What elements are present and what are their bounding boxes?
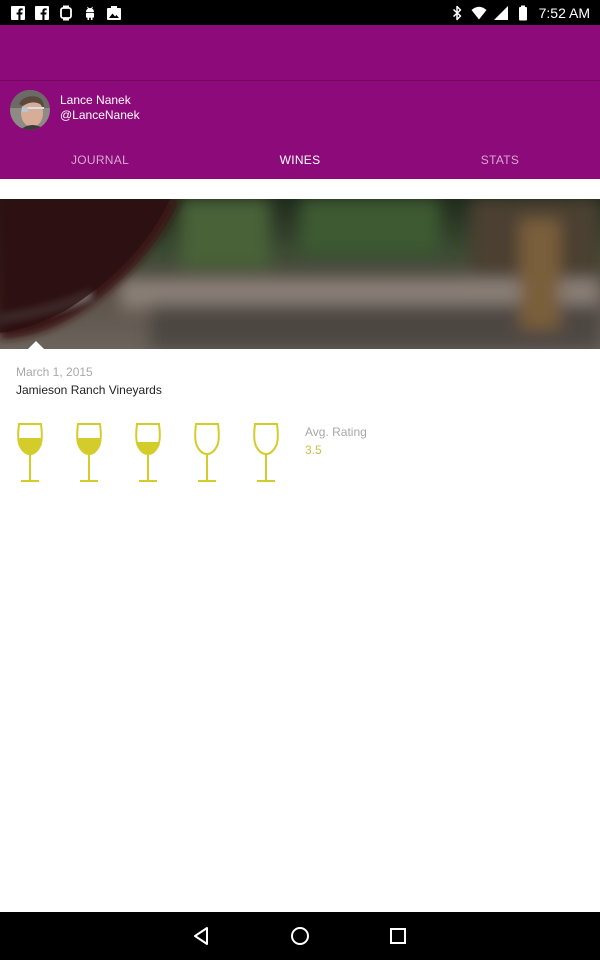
entry-date: March 1, 2015 [16,365,93,379]
wine-glass-icon [17,423,43,482]
app-bar: Lance Nanek @LanceNanek JOURNAL WINES ST… [0,25,600,179]
facebook-icon [35,5,49,20]
card-pointer [28,341,44,349]
facebook-icon [11,5,25,20]
wine-photo[interactable] [0,199,600,349]
glass-rating [16,422,296,484]
battery-icon [518,5,527,20]
wine-glass-icon [76,423,102,482]
profile-name: Lance Nanek [60,93,131,107]
android-wear-icon [60,5,72,20]
recent-apps-icon[interactable] [386,924,410,948]
tab-journal[interactable]: JOURNAL [0,142,200,179]
navigation-bar [0,912,600,960]
android-icon [86,6,94,20]
wifi-icon [471,6,487,19]
status-time: 7:52 AM [538,4,590,21]
profile-handle: @LanceNanek [60,108,140,122]
avg-rating-label: Avg. Rating [305,425,367,439]
home-icon[interactable] [288,924,312,948]
tab-stats[interactable]: STATS [400,142,600,179]
notification-icons [10,4,122,21]
back-icon[interactable] [190,924,214,948]
cellular-signal-icon [493,5,508,20]
tab-wines[interactable]: WINES [200,142,400,179]
status-bar: 7:52 AM [0,0,600,25]
system-status-icons: 7:52 AM [449,3,590,22]
avg-rating-value: 3.5 [305,443,322,457]
wine-glass-icon [194,423,220,482]
wine-glass-icon [135,423,161,482]
toolbar [0,25,600,81]
photo-icon [107,5,121,20]
bluetooth-icon [452,5,461,20]
tab-bar: JOURNAL WINES STATS [0,142,600,179]
entry-title[interactable]: Jamieson Ranch Vineyards [16,383,162,397]
avatar[interactable] [10,90,50,130]
wine-glass-icon [253,423,279,482]
